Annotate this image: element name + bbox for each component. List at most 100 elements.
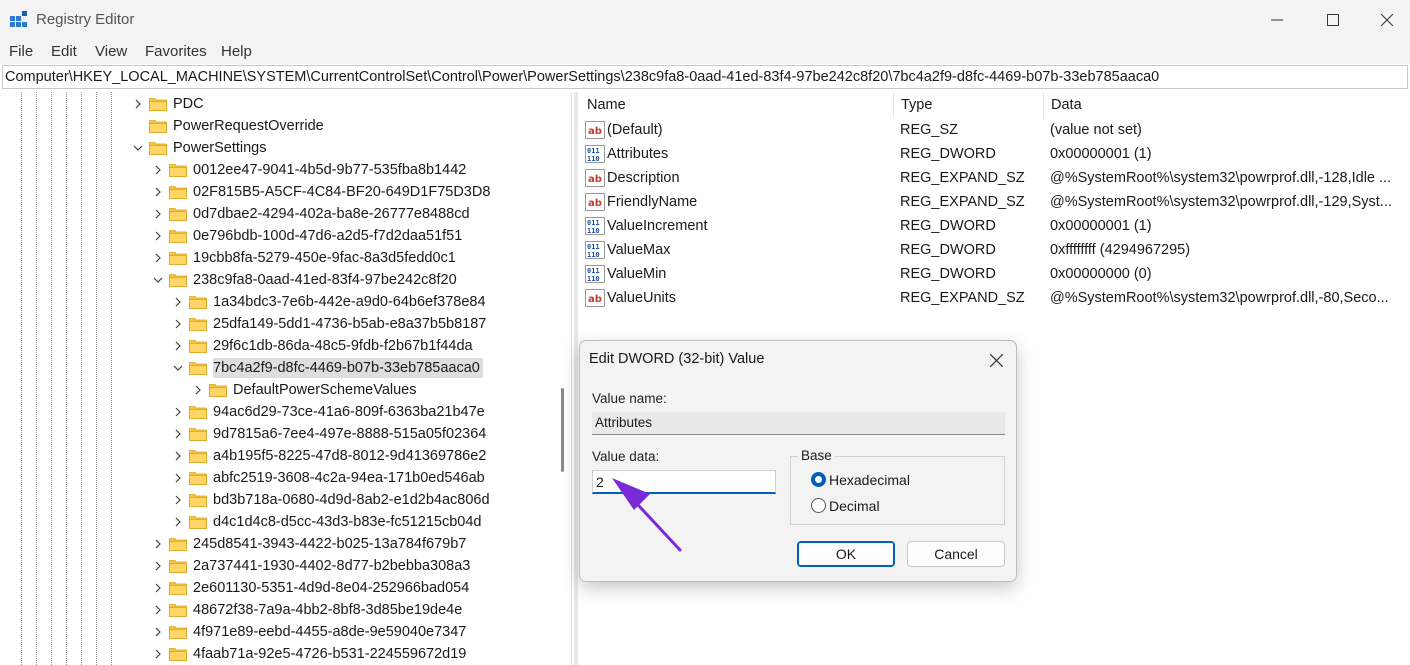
key-tree[interactable]: PDC PowerRequestOverride PowerSettings 0012… (3, 92, 572, 665)
tree-node[interactable]: 25dfa149-5dd1-4736-b5ab-e8a37b5b8187 (171, 313, 490, 335)
chevron-right-icon[interactable] (151, 625, 165, 639)
menu-favorites[interactable]: Favorites (145, 43, 207, 60)
svg-text:110: 110 (587, 251, 600, 259)
tree-node[interactable]: 19cbb8fa-5279-450e-9fac-8a3d5fedd0c1 (151, 247, 459, 269)
value-row[interactable]: 011 110 ValueMax REG_DWORD 0xffffffff (42949… (580, 238, 1410, 262)
column-header-data[interactable]: Data (1044, 92, 1404, 118)
value-row[interactable]: ab FriendlyName REG_EXPAND_SZ @%SystemRoot%… (580, 190, 1410, 214)
decimal-label[interactable]: Decimal (829, 498, 880, 514)
chevron-down-icon[interactable] (151, 273, 165, 287)
tree-node[interactable]: 0e796bdb-100d-47d6-a2d5-f7d2daa51f51 (151, 225, 466, 247)
tree-node[interactable]: d4c1d4c8-d5cc-43d3-b83e-fc51215cb04d (171, 511, 485, 533)
chevron-right-icon[interactable] (151, 647, 165, 661)
tree-scrollbar-thumb[interactable] (561, 388, 564, 472)
value-row[interactable]: 011 110 ValueIncrement REG_DWORD 0x00000001 … (580, 214, 1410, 238)
tree-node[interactable]: 1a34bdc3-7e6b-442e-a9d0-64b6ef378e84 (171, 291, 489, 313)
tree-node-label: 7bc4a2f9-d8fc-4469-b07b-33eb785aaca0 (213, 358, 483, 378)
menu-edit[interactable]: Edit (51, 43, 77, 60)
folder-icon (169, 229, 187, 243)
tree-node-label: 4faab71a-92e5-4726-b531-224559672d19 (193, 646, 467, 662)
chevron-right-icon[interactable] (151, 207, 165, 221)
tree-scrollbar[interactable] (554, 92, 571, 665)
chevron-right-icon[interactable] (191, 383, 205, 397)
chevron-right-icon[interactable] (171, 493, 185, 507)
tree-node[interactable]: 4faab71a-92e5-4726-b531-224559672d19 (151, 643, 470, 665)
pane-splitter[interactable] (574, 92, 578, 665)
chevron-right-icon[interactable] (151, 559, 165, 573)
chevron-right-icon[interactable] (151, 581, 165, 595)
tree-node[interactable]: DefaultPowerSchemeValues (191, 379, 420, 401)
chevron-right-icon[interactable] (171, 317, 185, 331)
hexadecimal-label[interactable]: Hexadecimal (829, 472, 910, 488)
minimize-button[interactable] (1254, 0, 1300, 40)
tree-node[interactable]: a4b195f5-8225-47d8-8012-9d41369786e2 (171, 445, 490, 467)
chevron-right-icon[interactable] (171, 449, 185, 463)
value-name: Attributes (607, 146, 669, 162)
tree-node[interactable]: PowerSettings (131, 137, 270, 159)
svg-text:011: 011 (587, 267, 600, 275)
tree-node[interactable]: 0d7dbae2-4294-402a-ba8e-26777e8488cd (151, 203, 473, 225)
chevron-right-icon[interactable] (171, 427, 185, 441)
chevron-right-icon[interactable] (171, 471, 185, 485)
value-row[interactable]: ab ValueUnits REG_EXPAND_SZ @%SystemRoot%\s… (580, 286, 1410, 310)
column-header-name[interactable]: Name (580, 92, 894, 118)
binary-value-icon: 011 110 (585, 265, 605, 283)
binary-value-icon: 011 110 (585, 145, 605, 163)
tree-node[interactable]: 9d7815a6-7ee4-497e-8888-515a05f02364 (171, 423, 490, 445)
tree-node[interactable]: 2a737441-1930-4402-8d77-b2bebba308a3 (151, 555, 474, 577)
chevron-right-icon[interactable] (151, 603, 165, 617)
registry-editor-icon (10, 11, 27, 27)
tree-node[interactable]: PDC (131, 93, 207, 115)
chevron-right-icon[interactable] (171, 295, 185, 309)
chevron-right-icon[interactable] (151, 251, 165, 265)
tree-node[interactable]: 4f971e89-eebd-4455-a8de-9e59040e7347 (151, 621, 470, 643)
value-row[interactable]: 011 110 Attributes REG_DWORD 0x00000001 (1) (580, 142, 1410, 166)
chevron-right-icon[interactable] (151, 163, 165, 177)
chevron-right-icon[interactable] (151, 229, 165, 243)
chevron-right-icon[interactable] (171, 405, 185, 419)
tree-node[interactable]: 48672f38-7a9a-4bb2-8bf8-3d85be19de4e (151, 599, 466, 621)
tree-node[interactable]: abfc2519-3608-4c2a-94ea-171b0ed546ab (171, 467, 488, 489)
chevron-right-icon[interactable] (171, 515, 185, 529)
menu-file[interactable]: File (9, 43, 33, 60)
address-bar[interactable]: Computer\HKEY_LOCAL_MACHINE\SYSTEM\Curre… (2, 65, 1408, 89)
value-name-field: Attributes (592, 412, 1005, 435)
value-row[interactable]: ab Description REG_EXPAND_SZ @%SystemRoot%\… (580, 166, 1410, 190)
column-header-type[interactable]: Type (894, 92, 1044, 118)
value-row[interactable]: 011 110 ValueMin REG_DWORD 0x00000000 (0) (580, 262, 1410, 286)
chevron-right-icon[interactable] (171, 339, 185, 353)
dialog-close-button[interactable] (984, 349, 1008, 371)
chevron-right-icon[interactable] (131, 97, 145, 111)
value-data: 0xffffffff (4294967295) (1050, 242, 1191, 258)
tree-node-label: a4b195f5-8225-47d8-8012-9d41369786e2 (213, 448, 487, 464)
tree-node[interactable]: 02F815B5-A5CF-4C84-BF20-649D1F75D3D8 (151, 181, 494, 203)
ok-button[interactable]: OK (797, 541, 895, 567)
chevron-right-icon[interactable] (151, 185, 165, 199)
chevron-right-icon[interactable] (151, 537, 165, 551)
maximize-button[interactable] (1310, 0, 1356, 40)
tree-node[interactable]: 2e601130-5351-4d9d-8e04-252966bad054 (151, 577, 473, 599)
tree-node[interactable]: 7bc4a2f9-d8fc-4469-b07b-33eb785aaca0 (171, 357, 483, 379)
decimal-radio[interactable] (811, 498, 826, 513)
cancel-button[interactable]: Cancel (907, 541, 1005, 567)
tree-node[interactable]: bd3b718a-0680-4d9d-8ab2-e1d2b4ac806d (171, 489, 493, 511)
menu-help[interactable]: Help (221, 43, 252, 60)
value-row[interactable]: ab (Default) REG_SZ (value not set) (580, 118, 1410, 142)
chevron-down-icon[interactable] (171, 361, 185, 375)
folder-icon (169, 625, 187, 639)
tree-node[interactable]: PowerRequestOverride (131, 115, 327, 137)
folder-icon (189, 339, 207, 353)
close-button[interactable] (1364, 0, 1410, 40)
hexadecimal-radio[interactable] (811, 472, 826, 487)
value-data: @%SystemRoot%\system32\powrprof.dll,-128… (1050, 170, 1392, 186)
tree-node[interactable]: 94ac6d29-73ce-41a6-809f-6363ba21b47e (171, 401, 488, 423)
tree-node[interactable]: 238c9fa8-0aad-41ed-83f4-97be242c8f20 (151, 269, 460, 291)
folder-icon (169, 581, 187, 595)
tree-node[interactable]: 29f6c1db-86da-48c5-9fdb-f2b67b1f44da (171, 335, 476, 357)
tree-node[interactable]: 245d8541-3943-4422-b025-13a784f679b7 (151, 533, 470, 555)
menu-view[interactable]: View (95, 43, 127, 60)
svg-text:110: 110 (587, 275, 600, 283)
tree-node[interactable]: 0012ee47-9041-4b5d-9b77-535fba8b1442 (151, 159, 470, 181)
chevron-down-icon[interactable] (131, 141, 145, 155)
folder-icon (149, 119, 167, 133)
